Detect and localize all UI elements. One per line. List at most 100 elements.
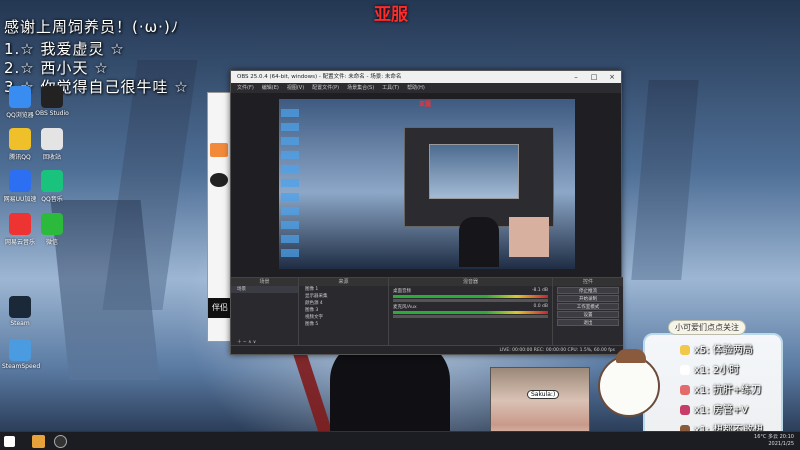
obs-statusbar: LIVE: 00:00:00 REC: 00:00:00 CPU: 1.5%, … — [231, 345, 623, 354]
app-icon — [9, 339, 31, 361]
source-item[interactable]: 图像 1 — [299, 286, 388, 293]
volume-slider[interactable] — [393, 315, 548, 318]
obs-menubar: 文件(F) 编辑(E) 视图(V) 配置文件(P) 场景集合(S) 工具(T) … — [231, 83, 621, 93]
stop-streaming-button[interactable]: 停止推流 — [557, 287, 619, 294]
obs-taskbar-icon[interactable] — [54, 435, 67, 448]
app-icon — [41, 86, 63, 108]
preview-banner: 亚服 — [419, 101, 432, 108]
obs-window[interactable]: OBS 25.0.4 (64-bit, windows) - 配置文件: 未命名… — [230, 70, 623, 355]
taskbar: 16°C 多云 20:10 2021/1/25 — [0, 431, 800, 450]
scene-item[interactable]: 场景 — [231, 286, 298, 293]
source-item[interactable]: 显示器采集 — [299, 293, 388, 300]
desktop-icon-label: Steam — [10, 320, 30, 327]
menu-help[interactable]: 帮助(H) — [407, 83, 425, 93]
menu-file[interactable]: 文件(F) — [237, 83, 254, 93]
volume-slider[interactable] — [393, 299, 548, 302]
source-item[interactable]: 图像 5 — [299, 321, 388, 328]
desktop-icon[interactable]: 网易云音乐 — [2, 213, 38, 246]
system-tray[interactable]: 16°C 多云 20:10 2021/1/25 — [754, 434, 794, 448]
mixer-channel: 桌面音频 -8.1 dB — [393, 288, 548, 302]
volume-meter — [393, 295, 548, 298]
obs-docks: 场景 场景 ＋ − ∧ ∨ 来源 图像 1 显示器采集 颜色源 4 图像 3 视… — [231, 277, 623, 348]
clock-time: 20:10 — [779, 434, 794, 440]
desktop-icon-label: QQ浏览器 — [6, 112, 34, 119]
desktop-icon[interactable]: OBS Studio — [34, 86, 70, 117]
maximize-icon[interactable]: □ — [585, 71, 603, 83]
desktop-icon-label: 微信 — [45, 239, 58, 246]
obs-preview[interactable]: 亚服 — [279, 99, 575, 269]
exit-button[interactable]: 退出 — [557, 319, 619, 326]
obs-title: OBS 25.0.4 (64-bit, windows) - 配置文件: 未命名… — [237, 74, 402, 80]
mixer-channel-name: 桌面音频 — [393, 289, 411, 294]
app-icon — [9, 128, 31, 150]
obs-titlebar[interactable]: OBS 25.0.4 (64-bit, windows) - 配置文件: 未命名… — [231, 71, 621, 83]
source-item[interactable]: 图像 3 — [299, 307, 388, 314]
source-item[interactable]: 视频文字 — [299, 314, 388, 321]
app-icon — [9, 296, 31, 318]
subscription-panel-title: 小可爱们点点关注 — [668, 320, 746, 335]
mascot-image — [598, 349, 660, 417]
desktop-icon-label: 网易UU加速 — [3, 196, 37, 203]
start-recording-button[interactable]: 开始录制 — [557, 295, 619, 302]
desktop-icon[interactable]: 网易UU加速 — [2, 170, 38, 203]
menu-profile[interactable]: 配置文件(P) — [312, 83, 339, 93]
scenes-dock: 场景 场景 ＋ − ∧ ∨ — [231, 278, 299, 348]
minimize-icon[interactable]: – — [567, 71, 585, 83]
goal-row: x1: 抗肝+练刀 — [680, 381, 761, 396]
thanks-line: 感谢上周饲养员！(·ω·)ﾉ — [4, 18, 180, 36]
app-icon — [41, 170, 63, 192]
goal-row: x5: 体验两局 — [680, 341, 753, 356]
desktop-icon-label: QQ音乐 — [41, 196, 63, 203]
file-explorer-icon[interactable] — [32, 435, 45, 448]
server-banner: 亚服 — [374, 5, 408, 25]
desktop-icon[interactable]: QQ音乐 — [34, 170, 70, 203]
gift-icon — [680, 385, 690, 395]
rank-2: 2.☆ 西小天 ☆ — [4, 59, 109, 77]
studio-mode-button[interactable]: 工作室模式 — [557, 303, 619, 310]
background-window[interactable]: 伴侣 — [207, 92, 232, 342]
gift-icon — [680, 405, 690, 415]
mixer-dock-title: 混音器 — [389, 278, 552, 286]
desktop-icon[interactable]: 腾讯QQ — [2, 128, 38, 161]
desktop-icon[interactable]: Steam — [2, 296, 38, 327]
mixer-channel: 麦克风/Aux 0.0 dB — [393, 304, 548, 318]
mixer-channel-name: 麦克风/Aux — [393, 305, 417, 310]
app-icon — [9, 86, 31, 108]
camera-tag: Sakula:) — [527, 390, 560, 399]
desktop-icon[interactable]: QQ浏览器 — [2, 86, 38, 119]
menu-scene-collection[interactable]: 场景集合(S) — [347, 83, 374, 93]
sources-dock: 来源 图像 1 显示器采集 颜色源 4 图像 3 视频文字 图像 5 — [299, 278, 389, 348]
mixer-channel-level: -8.1 dB — [531, 288, 548, 293]
desktop-icon[interactable]: 回收站 — [34, 128, 70, 161]
menu-view[interactable]: 视图(V) — [287, 83, 304, 93]
menu-edit[interactable]: 编辑(E) — [262, 83, 279, 93]
app-icon — [9, 170, 31, 192]
gift-icon — [680, 365, 690, 375]
app-icon — [41, 213, 63, 235]
desktop-icon[interactable]: SteamSpeed — [2, 339, 41, 370]
source-item[interactable]: 颜色源 4 — [299, 300, 388, 307]
desktop-icon-label: 腾讯QQ — [9, 154, 31, 161]
rank-1: 1.☆ 我爱虚灵 ☆ — [4, 40, 125, 58]
gift-icon — [680, 345, 690, 355]
controls-dock-title: 控件 — [553, 278, 623, 286]
side-window-label: 伴侣 — [208, 298, 232, 318]
clock-date: 2021/1/25 — [768, 441, 794, 447]
mixer-dock: 混音器 桌面音频 -8.1 dB 麦克风/Aux 0.0 dB — [389, 278, 553, 348]
controls-dock: 控件 停止推流 开始录制 工作室模式 设置 退出 — [553, 278, 623, 348]
app-icon — [41, 128, 63, 150]
sources-dock-title: 来源 — [299, 278, 388, 286]
menu-tools[interactable]: 工具(T) — [382, 83, 399, 93]
windows-start-icon[interactable] — [4, 436, 15, 447]
mixer-channel-level: 0.0 dB — [533, 304, 548, 309]
scenes-dock-title: 场景 — [231, 278, 298, 286]
settings-button[interactable]: 设置 — [557, 311, 619, 318]
desktop-icon-label: 回收站 — [42, 154, 61, 161]
desktop-icon-label: OBS Studio — [35, 110, 69, 117]
desktop-icon-label: SteamSpeed — [2, 363, 41, 370]
close-icon[interactable]: × — [603, 71, 621, 83]
desktop-icon[interactable]: 微信 — [34, 213, 70, 246]
goal-row: x1: 房管+V — [680, 401, 748, 416]
goal-row: x1: 2小时 — [680, 361, 739, 376]
app-icon — [9, 213, 31, 235]
